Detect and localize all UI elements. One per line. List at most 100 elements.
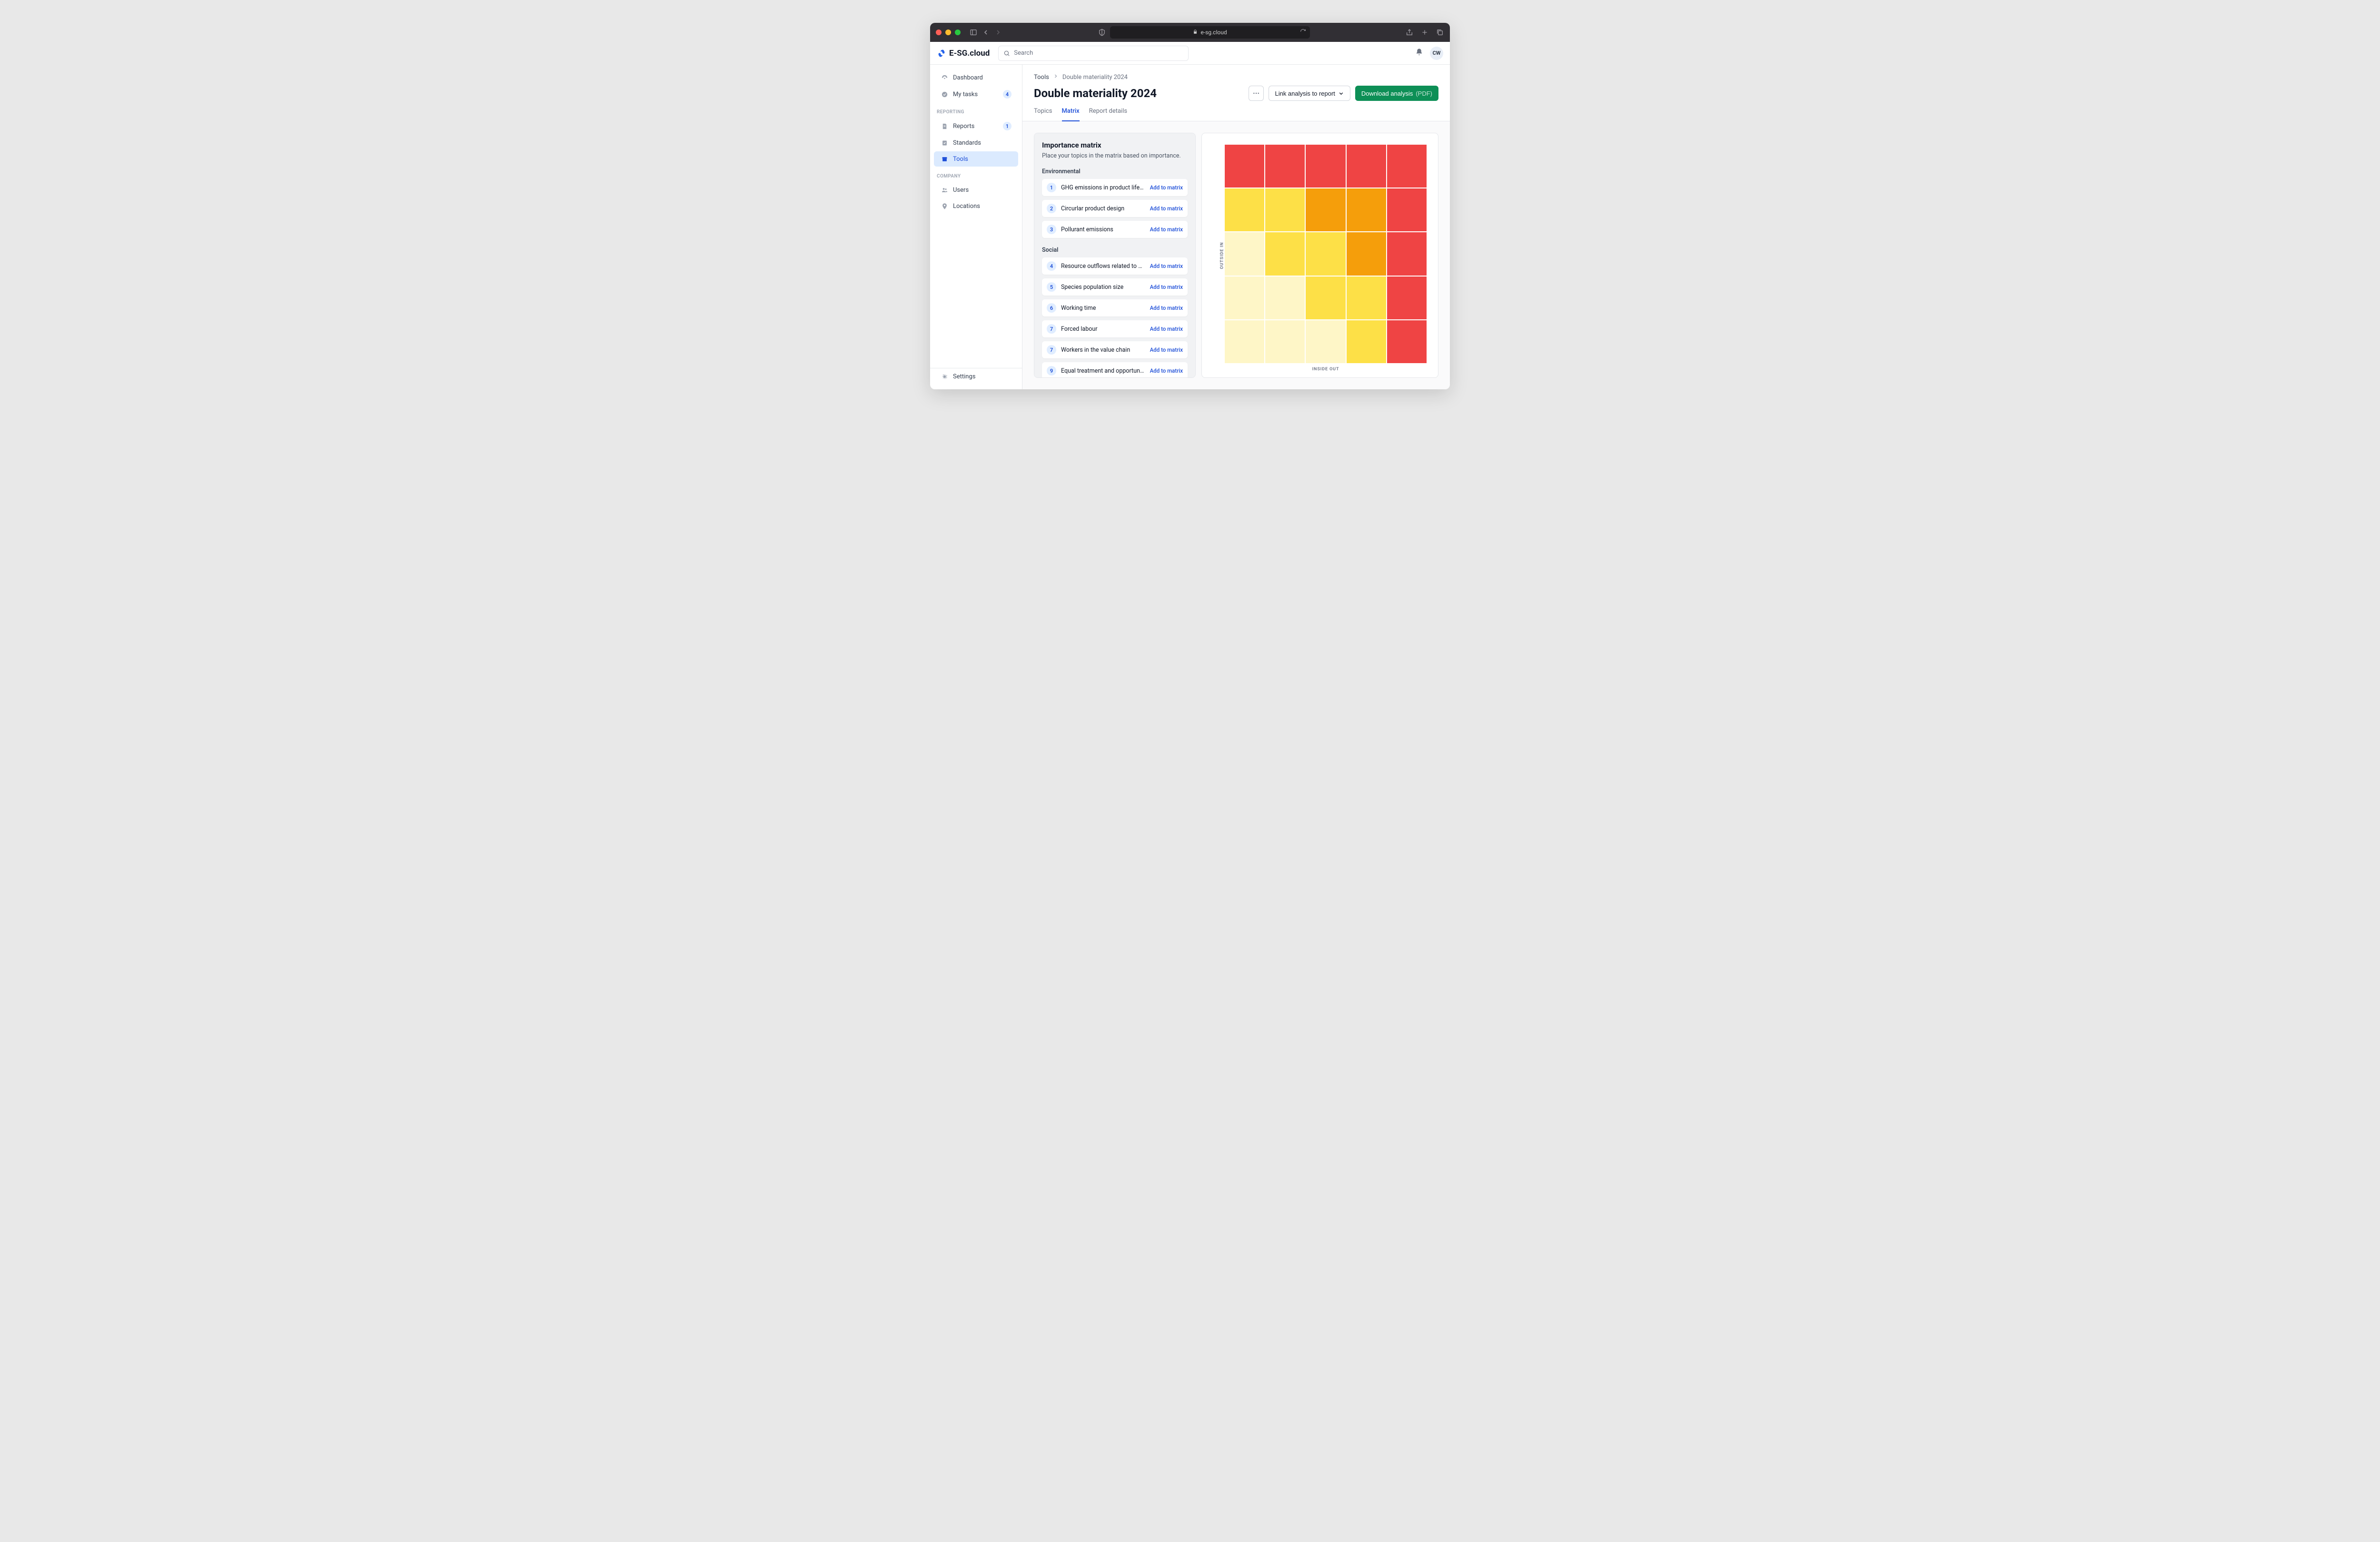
sidebar-item-users[interactable]: Users bbox=[934, 182, 1018, 198]
add-to-matrix-link[interactable]: Add to matrix bbox=[1150, 367, 1183, 374]
nav-back-icon[interactable] bbox=[982, 28, 990, 37]
tab-matrix[interactable]: Matrix bbox=[1062, 108, 1080, 121]
sidebar-item-label: Users bbox=[953, 187, 1012, 194]
minimize-window-icon[interactable] bbox=[945, 30, 951, 35]
add-to-matrix-link[interactable]: Add to matrix bbox=[1150, 346, 1183, 353]
maximize-window-icon[interactable] bbox=[955, 30, 961, 35]
heatmap-cell[interactable] bbox=[1225, 145, 1264, 188]
sidebar-item-dashboard[interactable]: Dashboard bbox=[934, 70, 1018, 85]
heatmap-cell[interactable] bbox=[1347, 188, 1386, 231]
topic-name: Resource outflows related to product… bbox=[1061, 263, 1145, 270]
address-bar[interactable]: e-sg.cloud bbox=[1110, 26, 1310, 39]
link-analysis-button[interactable]: Link analysis to report bbox=[1269, 86, 1350, 101]
sidebar-item-label: My tasks bbox=[953, 91, 998, 98]
dashboard-icon bbox=[941, 74, 948, 81]
heatmap-cell[interactable] bbox=[1225, 320, 1264, 363]
topic-row[interactable]: 6Working timeAdd to matrix bbox=[1042, 299, 1188, 316]
topic-number: 5 bbox=[1047, 282, 1056, 292]
heatmap-cell[interactable] bbox=[1265, 320, 1305, 363]
heatmap-cell[interactable] bbox=[1306, 320, 1345, 363]
heatmap-cell[interactable] bbox=[1306, 188, 1345, 231]
sidebar-item-label: Settings bbox=[953, 373, 1012, 380]
add-to-matrix-link[interactable]: Add to matrix bbox=[1150, 226, 1183, 233]
topic-row[interactable]: 7Forced labourAdd to matrix bbox=[1042, 320, 1188, 337]
more-actions-button[interactable] bbox=[1249, 86, 1264, 101]
heatmap-cell[interactable] bbox=[1347, 232, 1386, 275]
sidebar: Dashboard My tasks 4 REPORTINGReports1Stand… bbox=[930, 65, 1022, 389]
lock-icon bbox=[1193, 29, 1198, 36]
download-analysis-button[interactable]: Download analysis (PDF) bbox=[1355, 86, 1438, 101]
check-icon bbox=[941, 90, 948, 98]
shield-icon[interactable] bbox=[1098, 28, 1106, 37]
topic-row[interactable]: 3Pollurant emissionsAdd to matrix bbox=[1042, 221, 1188, 238]
close-window-icon[interactable] bbox=[936, 30, 942, 35]
sidebar-item-reports[interactable]: Reports1 bbox=[934, 118, 1018, 134]
sidebar-item-standards[interactable]: Standards bbox=[934, 135, 1018, 150]
topic-row[interactable]: 5Species population sizeAdd to matrix bbox=[1042, 278, 1188, 296]
heatmap-cell[interactable] bbox=[1387, 232, 1427, 275]
heatmap-cell[interactable] bbox=[1306, 277, 1345, 319]
add-to-matrix-link[interactable]: Add to matrix bbox=[1150, 305, 1183, 311]
y-axis-label: OUTSIDE IN bbox=[1220, 242, 1224, 269]
add-to-matrix-link[interactable]: Add to matrix bbox=[1150, 205, 1183, 212]
chevron-right-icon bbox=[1053, 73, 1059, 81]
heatmap-cell[interactable] bbox=[1306, 232, 1345, 275]
ellipsis-icon bbox=[1252, 89, 1260, 97]
new-tab-icon[interactable] bbox=[1420, 28, 1429, 37]
sidebar-section-heading: REPORTING bbox=[930, 103, 1022, 118]
heatmap-grid[interactable] bbox=[1225, 145, 1427, 363]
tab-topics[interactable]: Topics bbox=[1034, 108, 1052, 121]
topic-row[interactable]: 1GHG emissions in product lifecycle (s…A… bbox=[1042, 179, 1188, 196]
heatmap-cell[interactable] bbox=[1265, 188, 1305, 231]
reload-icon[interactable] bbox=[1300, 29, 1306, 36]
avatar[interactable]: CW bbox=[1430, 47, 1443, 60]
heatmap-cell[interactable] bbox=[1225, 232, 1264, 275]
heatmap-cell[interactable] bbox=[1306, 145, 1345, 188]
search-icon bbox=[1003, 50, 1010, 57]
sidebar-badge: 1 bbox=[1003, 122, 1012, 130]
topic-row[interactable]: 2Circurlar product designAdd to matrix bbox=[1042, 200, 1188, 217]
add-to-matrix-link[interactable]: Add to matrix bbox=[1150, 184, 1183, 191]
heatmap-cell[interactable] bbox=[1225, 188, 1264, 231]
search-input[interactable]: Search bbox=[998, 46, 1189, 61]
brand-icon bbox=[937, 49, 946, 58]
location-icon bbox=[941, 202, 948, 210]
topic-name: Workers in the value chain bbox=[1061, 346, 1145, 354]
tabs-icon[interactable] bbox=[1436, 28, 1444, 37]
heatmap-cell[interactable] bbox=[1265, 277, 1305, 319]
heatmap-cell[interactable] bbox=[1265, 232, 1305, 275]
add-to-matrix-link[interactable]: Add to matrix bbox=[1150, 326, 1183, 332]
share-icon[interactable] bbox=[1405, 28, 1414, 37]
topic-row[interactable]: 4 Resource outflows related to product… Ad… bbox=[1042, 257, 1188, 275]
breadcrumb-parent[interactable]: Tools bbox=[1034, 74, 1049, 81]
heatmap-cell[interactable] bbox=[1347, 320, 1386, 363]
sidebar-item-settings[interactable]: Settings bbox=[934, 369, 1018, 384]
topic-row[interactable]: 9Equal treatment and opportunities for…A… bbox=[1042, 362, 1188, 378]
heatmap-cell[interactable] bbox=[1387, 277, 1427, 319]
heatmap-cell[interactable] bbox=[1265, 145, 1305, 188]
heatmap-cell[interactable] bbox=[1387, 320, 1427, 363]
sidebar-toggle-icon[interactable] bbox=[969, 28, 978, 37]
add-to-matrix-link[interactable]: Add to matrix bbox=[1150, 263, 1183, 269]
heatmap-cell[interactable] bbox=[1225, 277, 1264, 319]
sidebar-badge: 4 bbox=[1003, 90, 1012, 99]
sidebar-item-locations[interactable]: Locations bbox=[934, 198, 1018, 214]
standard-icon bbox=[941, 139, 948, 147]
heatmap-cell[interactable] bbox=[1387, 145, 1427, 188]
topic-number: 4 bbox=[1047, 261, 1056, 271]
search-placeholder: Search bbox=[1014, 49, 1033, 57]
avatar-initials: CW bbox=[1433, 50, 1441, 56]
sidebar-item-tools[interactable]: Tools bbox=[934, 151, 1018, 167]
heatmap-cell[interactable] bbox=[1347, 145, 1386, 188]
add-to-matrix-link[interactable]: Add to matrix bbox=[1150, 284, 1183, 290]
brand[interactable]: E-SG.cloud bbox=[937, 49, 990, 58]
tab-report-details[interactable]: Report details bbox=[1089, 108, 1127, 121]
heatmap-cell[interactable] bbox=[1387, 188, 1427, 231]
heatmap-cell[interactable] bbox=[1347, 277, 1386, 319]
sidebar-item-my-tasks[interactable]: My tasks 4 bbox=[934, 86, 1018, 102]
download-label: Download analysis bbox=[1361, 90, 1413, 97]
topic-row[interactable]: 7Workers in the value chainAdd to matrix bbox=[1042, 341, 1188, 358]
tabs: Topics Matrix Report details bbox=[1022, 101, 1450, 121]
notifications-icon[interactable] bbox=[1415, 48, 1423, 58]
traffic-lights bbox=[936, 30, 961, 35]
